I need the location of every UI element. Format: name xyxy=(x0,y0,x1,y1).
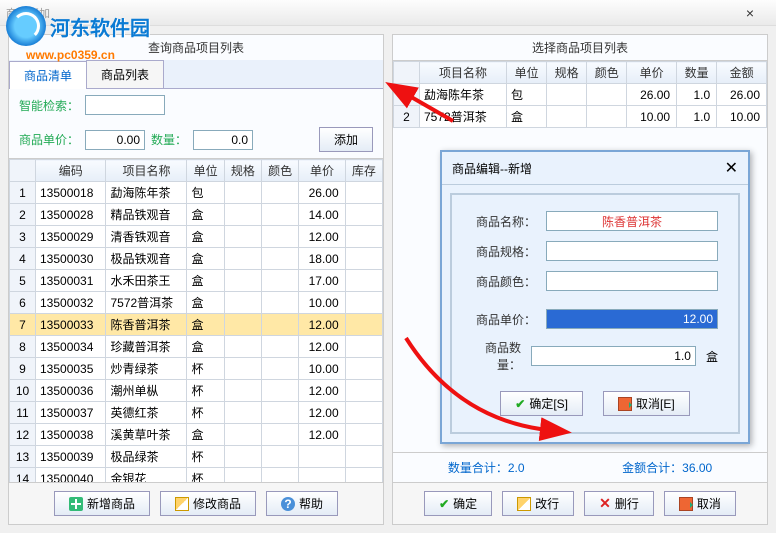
search-input[interactable] xyxy=(85,95,165,115)
table-row[interactable]: 513500031水禾田茶王盒17.00 xyxy=(10,270,383,292)
left-panel: 查询商品项目列表 商品清单 商品列表 智能检索： 商品单价： 数量： 添加 编码… xyxy=(8,34,384,525)
table-row[interactable]: 1213500038溪黄草叶茶盒12.00 xyxy=(10,424,383,446)
exit-icon xyxy=(618,397,632,411)
ok-button[interactable]: ✔确定 xyxy=(424,491,492,516)
totals-bar: 数量合计：2.0 金额合计：36.00 xyxy=(393,452,767,482)
modal-product-edit: 商品编辑--新增 ✕ 商品名称： 商品规格： 商品颜色： 商品单价： 商品数量：… xyxy=(440,150,750,444)
price-label: 商品单价： xyxy=(19,131,79,148)
table-row[interactable]: 413500030极品铁观音盒18.00 xyxy=(10,248,383,270)
modal-name-label: 商品名称： xyxy=(472,213,536,230)
tab-product-list[interactable]: 商品清单 xyxy=(9,61,87,89)
left-grid[interactable]: 编码项目名称单位规格颜色单价库存113500018勐海陈年茶包26.002135… xyxy=(9,158,383,482)
check-icon: ✔ xyxy=(515,397,525,411)
modal-spec-label: 商品规格： xyxy=(472,243,536,260)
table-row[interactable]: 313500029清香铁观音盒12.00 xyxy=(10,226,383,248)
table-row[interactable]: 1313500039极品绿茶杯 xyxy=(10,446,383,468)
help-button[interactable]: ?帮助 xyxy=(266,491,338,516)
table-row[interactable]: 1113500037英德红茶杯12.00 xyxy=(10,402,383,424)
table-row[interactable]: 213500028精品铁观音盒14.00 xyxy=(10,204,383,226)
check-icon: ✔ xyxy=(439,497,449,511)
table-row[interactable]: 1勐海陈年茶包26.001.026.00 xyxy=(394,84,767,106)
modal-price-input[interactable] xyxy=(546,309,718,329)
qty-total: 数量合计：2.0 xyxy=(448,459,525,476)
table-row[interactable]: 6135000327572普洱茶盒10.00 xyxy=(10,292,383,314)
logo-icon xyxy=(6,6,46,46)
watermark-text: 河东软件园 xyxy=(50,12,150,41)
modal-title: 商品编辑--新增 xyxy=(452,160,532,177)
table-row[interactable]: 1413500040金银花杯 xyxy=(10,468,383,483)
table-row[interactable]: 913500035炒青绿茶杯10.00 xyxy=(10,358,383,380)
modal-close-button[interactable]: ✕ xyxy=(725,158,738,178)
qty-label: 数量： xyxy=(151,131,187,148)
tab-product-items[interactable]: 商品列表 xyxy=(86,60,164,88)
add-button[interactable]: 添加 xyxy=(319,127,373,152)
table-row[interactable]: 813500034珍藏普洱茶盒12.00 xyxy=(10,336,383,358)
table-row[interactable]: 113500018勐海陈年茶包26.00 xyxy=(10,182,383,204)
edit-row-button[interactable]: 改行 xyxy=(502,491,574,516)
modal-price-label: 商品单价： xyxy=(472,311,536,328)
amt-total: 金额合计：36.00 xyxy=(622,459,712,476)
edit-product-button[interactable]: 修改商品 xyxy=(160,491,256,516)
right-panel-title: 选择商品项目列表 xyxy=(393,35,767,60)
right-grid[interactable]: 项目名称单位规格颜色单价数量金额1勐海陈年茶包26.001.026.002757… xyxy=(393,60,767,128)
window-close-button[interactable]: × xyxy=(730,5,770,21)
cancel-button[interactable]: 取消 xyxy=(664,491,736,516)
table-row[interactable]: 27572普洱茶盒10.001.010.00 xyxy=(394,106,767,128)
edit-icon xyxy=(517,497,531,511)
price-input[interactable] xyxy=(85,130,145,150)
modal-ok-button[interactable]: ✔确定[S] xyxy=(500,391,583,416)
help-icon: ? xyxy=(281,497,295,511)
qty-input[interactable] xyxy=(193,130,253,150)
watermark: 河东软件园 www.pc0359.cn xyxy=(6,6,150,46)
delete-row-button[interactable]: ✕删行 xyxy=(584,491,654,516)
new-product-button[interactable]: 新增商品 xyxy=(54,491,150,516)
modal-color-label: 商品颜色： xyxy=(472,273,536,290)
modal-qty-unit: 盒 xyxy=(706,348,718,365)
watermark-url: www.pc0359.cn xyxy=(26,48,115,62)
modal-name-input[interactable] xyxy=(546,211,718,231)
table-row[interactable]: 713500033陈香普洱茶盒12.00 xyxy=(10,314,383,336)
tabs: 商品清单 商品列表 xyxy=(9,60,383,89)
exit-icon xyxy=(679,497,693,511)
delete-icon: ✕ xyxy=(599,495,611,512)
modal-qty-label: 商品数量： xyxy=(472,339,521,373)
table-row[interactable]: 1013500036潮州单枞杯12.00 xyxy=(10,380,383,402)
search-label: 智能检索： xyxy=(19,97,79,114)
edit-icon xyxy=(175,497,189,511)
modal-color-input[interactable] xyxy=(546,271,718,291)
modal-cancel-button[interactable]: 取消[E] xyxy=(603,391,690,416)
modal-qty-input[interactable] xyxy=(531,346,696,366)
plus-icon xyxy=(69,497,83,511)
modal-spec-input[interactable] xyxy=(546,241,718,261)
